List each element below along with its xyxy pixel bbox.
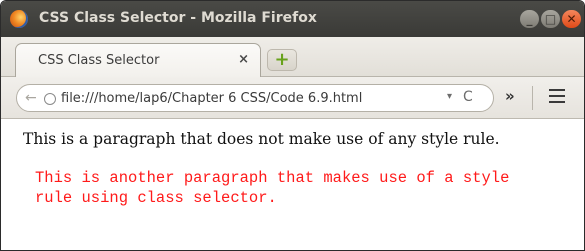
styled-paragraph: This is another paragraph that makes use… [35,169,510,207]
title-bar: CSS Class Selector - Mozilla Firefox _ □… [1,1,584,37]
minimize-button[interactable]: _ [520,10,539,28]
navigation-bar: ← file:///home/lap6/Chapter 6 CSS/Code 6… [1,77,584,119]
hamburger-menu-icon[interactable] [549,89,565,103]
tab-strip: CSS Class Selector × + [1,37,584,78]
window-title: CSS Class Selector - Mozilla Firefox [39,10,317,26]
maximize-button[interactable]: □ [541,10,560,28]
firefox-logo-icon [10,10,28,28]
close-window-button[interactable]: ✕ [562,10,581,28]
url-bar[interactable]: ← file:///home/lap6/Chapter 6 CSS/Code 6… [16,84,494,112]
toolbar-separator [532,86,533,110]
page-content: This is a paragraph that does not make u… [1,120,584,250]
overflow-chevron-icon[interactable]: » [505,87,515,105]
globe-icon [44,93,56,105]
new-tab-icon[interactable]: + [267,49,297,71]
menu-line [549,101,565,103]
menu-line [549,89,565,91]
tab-close-icon[interactable]: × [238,52,249,67]
tab-title: CSS Class Selector [38,53,160,68]
reload-icon[interactable]: C [463,89,473,105]
url-text[interactable]: file:///home/lap6/Chapter 6 CSS/Code 6.9… [61,91,362,106]
plain-paragraph: This is a paragraph that does not make u… [23,130,500,148]
back-arrow-icon[interactable]: ← [25,90,37,106]
browser-window: CSS Class Selector - Mozilla Firefox _ □… [0,0,585,251]
menu-line [549,95,565,97]
dropdown-icon[interactable]: ▾ [447,91,452,102]
tab-css-class-selector[interactable]: CSS Class Selector × [15,43,261,78]
